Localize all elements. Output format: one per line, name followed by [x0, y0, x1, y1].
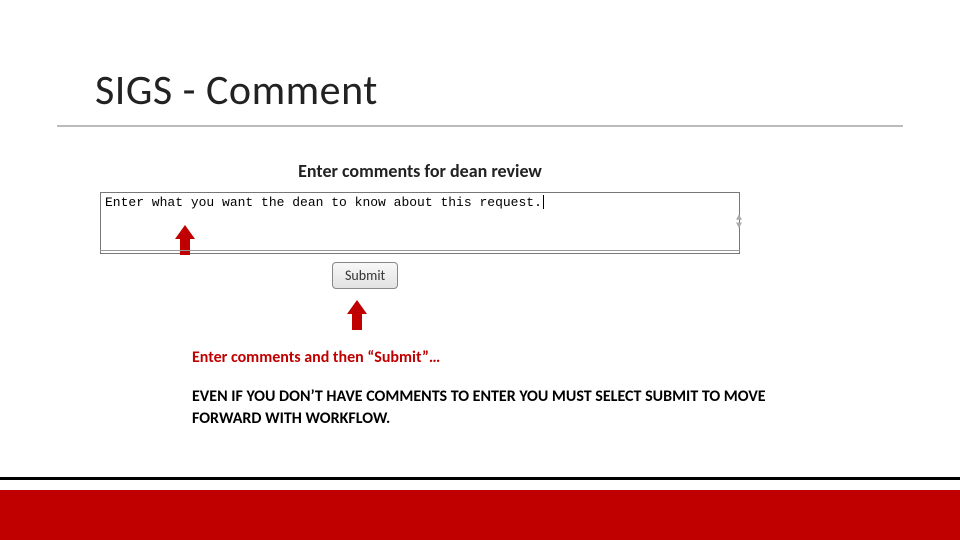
- footer-bar: [0, 490, 960, 540]
- divider: [100, 250, 740, 251]
- caption-instruction-black: EVEN IF YOU DON’T HAVE COMMENTS TO ENTER…: [192, 386, 782, 429]
- title-underline: [57, 125, 903, 127]
- caption-instruction-red: Enter comments and then “Submit”…: [192, 348, 440, 367]
- arrow-up-icon: [347, 300, 367, 330]
- text-caret: [543, 195, 544, 209]
- submit-button[interactable]: Submit: [332, 262, 398, 289]
- slide-title: SIGS - Comment: [95, 65, 378, 116]
- footer-divider: [0, 477, 960, 480]
- comments-value: Enter what you want the dean to know abo…: [105, 195, 542, 210]
- section-heading: Enter comments for dean review: [100, 160, 740, 182]
- scroll-handle-icon[interactable]: ▲▼: [736, 215, 742, 231]
- slide: SIGS - Comment Enter comments for dean r…: [0, 0, 960, 540]
- comments-textarea[interactable]: Enter what you want the dean to know abo…: [100, 192, 740, 254]
- submit-area: Submit: [332, 262, 398, 289]
- form-screenshot: Enter comments for dean review Enter wha…: [100, 160, 740, 254]
